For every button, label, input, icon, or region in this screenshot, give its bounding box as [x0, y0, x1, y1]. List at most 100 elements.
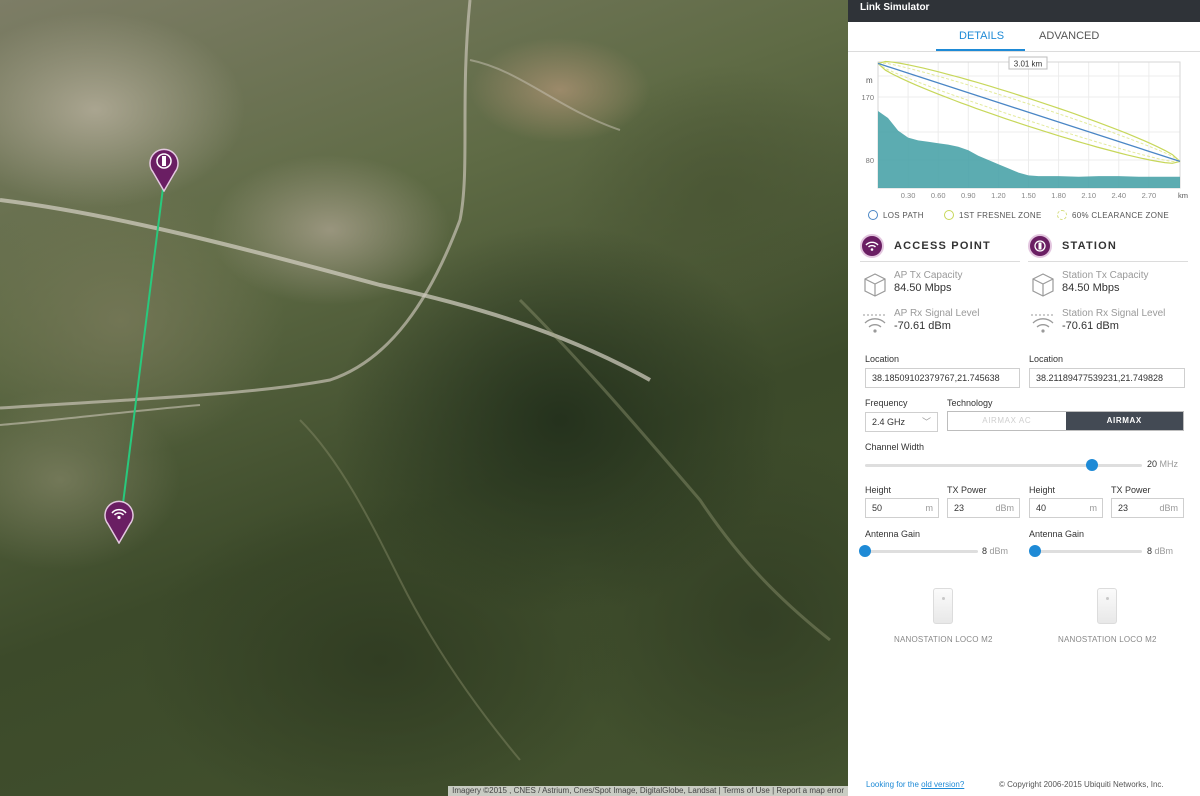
- old-version-note: Looking for the old version?: [866, 780, 964, 789]
- value-unit: MHz: [1159, 459, 1179, 469]
- technology-option-airmax-ac[interactable]: AIRMAX AC: [948, 412, 1066, 430]
- station-badge-icon: [1028, 234, 1052, 258]
- station-heading: STATION: [1028, 232, 1117, 260]
- metric-label: Station Tx Capacity: [1062, 270, 1149, 281]
- tab-details[interactable]: DETAILS: [959, 30, 1004, 42]
- field-value: 23: [954, 503, 965, 513]
- wifi-signal-icon: [1031, 314, 1055, 333]
- metric-value: 84.50 Mbps: [894, 282, 952, 294]
- station-pin[interactable]: [148, 146, 180, 193]
- field-unit: m: [925, 503, 934, 513]
- y-tick-label: 80: [866, 156, 874, 165]
- distance-label: 3.01 km: [1014, 60, 1043, 69]
- slider-thumb[interactable]: [859, 545, 871, 557]
- frequency-select[interactable]: 2.4 GHz ﹀: [865, 412, 938, 432]
- metric-value: 84.50 Mbps: [1062, 282, 1120, 294]
- station-title: STATION: [1062, 240, 1118, 252]
- technology-label: Technology: [947, 398, 993, 408]
- x-tick-label: 0.60: [931, 191, 946, 200]
- ap-gain-label: Antenna Gain: [865, 529, 921, 539]
- elevation-profile-svg: 3.01 km m 170 80 0.30 0.60 0.90 1.20 1.50 1.80 2.1…: [861, 56, 1188, 200]
- station-gain-slider[interactable]: [1029, 545, 1142, 557]
- ap-device-image[interactable]: [933, 588, 953, 624]
- map-roads: [0, 0, 831, 761]
- channel-width-slider[interactable]: [865, 459, 1142, 471]
- metric-label: AP Rx Signal Level: [894, 308, 980, 319]
- ap-gain-value: 8 dBm: [982, 546, 1008, 556]
- clearance-ring-icon: [1057, 210, 1067, 220]
- legend-label: 1ST FRESNEL ZONE: [959, 210, 1042, 220]
- ap-height-label: Height: [865, 485, 892, 495]
- y-axis-unit: m: [866, 76, 873, 85]
- field-value: 50: [872, 503, 883, 513]
- ap-location-input[interactable]: 38.18509102379767,21.745638: [865, 368, 1020, 388]
- legend-label: 60% CLEARANCE ZONE: [1072, 210, 1169, 220]
- ap-device-name: NANOSTATION LOCO M2: [894, 635, 993, 644]
- copyright: © Copyright 2006-2015 Ubiquiti Networks,…: [999, 780, 1164, 789]
- channel-width-label: Channel Width: [865, 442, 925, 452]
- metric-label: Station Rx Signal Level: [1062, 308, 1166, 319]
- x-tick-label: 1.20: [991, 191, 1006, 200]
- x-tick-label: 2.40: [1111, 191, 1126, 200]
- slider-thumb[interactable]: [1086, 459, 1099, 471]
- active-tab-indicator: [936, 49, 1025, 51]
- x-tick-label: 2.70: [1142, 191, 1157, 200]
- old-version-link[interactable]: old version?: [921, 780, 964, 789]
- slider-thumb[interactable]: [1029, 545, 1041, 557]
- legend-fresnel: 1ST FRESNEL ZONE: [944, 210, 1042, 220]
- los-ring-icon: [868, 210, 878, 220]
- frequency-label: Frequency: [865, 398, 908, 408]
- satellite-map[interactable]: Imagery ©2015 , CNES / Astrium, Cnes/Spo…: [0, 0, 848, 796]
- access-point-badge-icon: [860, 234, 884, 258]
- x-tick-label: 0.90: [961, 191, 976, 200]
- tab-advanced[interactable]: ADVANCED: [1039, 30, 1099, 42]
- fresnel-ring-icon: [944, 210, 954, 220]
- station-device-name: NANOSTATION LOCO M2: [1058, 635, 1157, 644]
- station-location-input[interactable]: 38.21189477539231,21.749828: [1029, 368, 1185, 388]
- slider-track: [1035, 550, 1142, 553]
- ap-tx-capacity: AP Tx Capacity 84.50 Mbps: [862, 270, 1022, 304]
- channel-width-value: 20 MHz: [1147, 459, 1178, 469]
- chevron-down-icon: ﹀: [921, 417, 931, 427]
- ap-txpower-label: TX Power: [947, 485, 987, 495]
- field-unit: dBm: [995, 503, 1014, 513]
- ap-height-input[interactable]: 50 m: [865, 498, 939, 518]
- value-unit: dBm: [989, 546, 1009, 556]
- link-line: [118, 179, 165, 536]
- x-tick-label: 1.50: [1021, 191, 1036, 200]
- ap-gain-slider[interactable]: [859, 545, 978, 557]
- metric-value: -70.61 dBm: [1062, 320, 1119, 332]
- station-device-image[interactable]: [1097, 588, 1117, 624]
- access-point-pin[interactable]: [103, 498, 135, 545]
- ap-txpower-input[interactable]: 23 dBm: [947, 498, 1020, 518]
- access-point-heading: ACCESS POINT: [860, 232, 991, 260]
- tab-bar: DETAILS ADVANCED: [848, 22, 1200, 52]
- station-height-input[interactable]: 40 m: [1029, 498, 1103, 518]
- cube-icon: [1032, 273, 1054, 297]
- technology-option-airmax[interactable]: AIRMAX: [1065, 412, 1183, 430]
- station-gain-label: Antenna Gain: [1029, 529, 1085, 539]
- ap-location-label: Location: [865, 354, 900, 364]
- field-value: 23: [1118, 503, 1129, 513]
- value-unit: dBm: [1154, 546, 1174, 556]
- station-tx-capacity: Station Tx Capacity 84.50 Mbps: [1030, 270, 1190, 304]
- value-number: 8: [1147, 546, 1153, 556]
- slider-track: [865, 550, 978, 553]
- divider: [1028, 261, 1188, 262]
- field-unit: dBm: [1159, 503, 1178, 513]
- link-simulator-panel: Link Simulator DETAILS ADVANCED 3.01 km m…: [848, 0, 1200, 796]
- x-tick-label: 0.30: [901, 191, 916, 200]
- panel-title: Link Simulator: [848, 0, 1200, 22]
- access-point-title: ACCESS POINT: [894, 240, 991, 252]
- station-gain-value: 8 dBm: [1147, 546, 1173, 556]
- y-tick-label: 170: [861, 93, 874, 102]
- map-attribution[interactable]: Imagery ©2015 , CNES / Astrium, Cnes/Spo…: [448, 786, 848, 796]
- station-txpower-input[interactable]: 23 dBm: [1111, 498, 1184, 518]
- metric-label: AP Tx Capacity: [894, 270, 963, 281]
- x-tick-label: 1.80: [1051, 191, 1066, 200]
- field-unit: m: [1089, 503, 1098, 513]
- station-height-label: Height: [1029, 485, 1056, 495]
- legend-label: LOS PATH: [883, 210, 924, 220]
- wifi-signal-icon: [863, 314, 887, 333]
- technology-toggle: AIRMAX AC AIRMAX: [947, 411, 1184, 431]
